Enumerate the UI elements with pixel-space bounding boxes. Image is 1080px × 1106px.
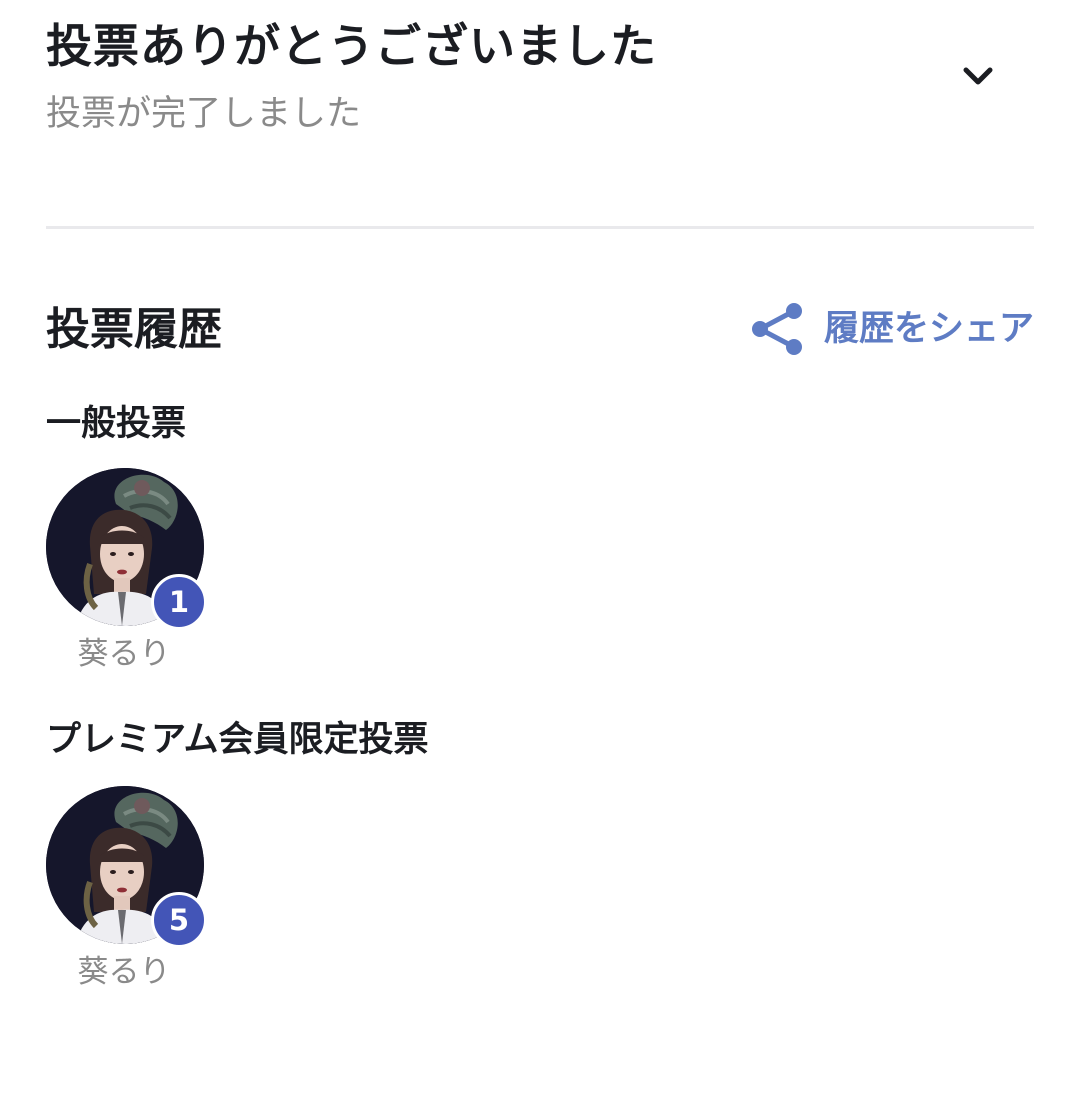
divider	[46, 226, 1034, 229]
share-icon	[751, 303, 802, 355]
vote-count-badge: 1	[151, 574, 207, 630]
vote-complete-header: 投票ありがとうございました 投票が完了しました	[46, 18, 1034, 178]
candidate-card[interactable]: 1 葵るり	[46, 468, 207, 678]
page-title: 投票ありがとうございました	[46, 19, 657, 73]
section-title-vote-history: 投票履歴	[46, 304, 222, 355]
candidate-name: 葵るり	[77, 954, 171, 990]
chevron-down-icon[interactable]	[954, 52, 1002, 100]
page-subtitle: 投票が完了しました	[46, 94, 362, 134]
share-history-button[interactable]: 履歴をシェア	[750, 298, 1034, 360]
group-title-general-vote: 一般投票	[46, 404, 187, 444]
vote-count-badge: 5	[151, 892, 207, 948]
candidate-card[interactable]: 5 葵るり	[46, 786, 207, 996]
share-history-label: 履歴をシェア	[823, 309, 1034, 349]
group-title-premium-vote: プレミアム会員限定投票	[46, 720, 429, 760]
candidate-name: 葵るり	[77, 636, 171, 672]
